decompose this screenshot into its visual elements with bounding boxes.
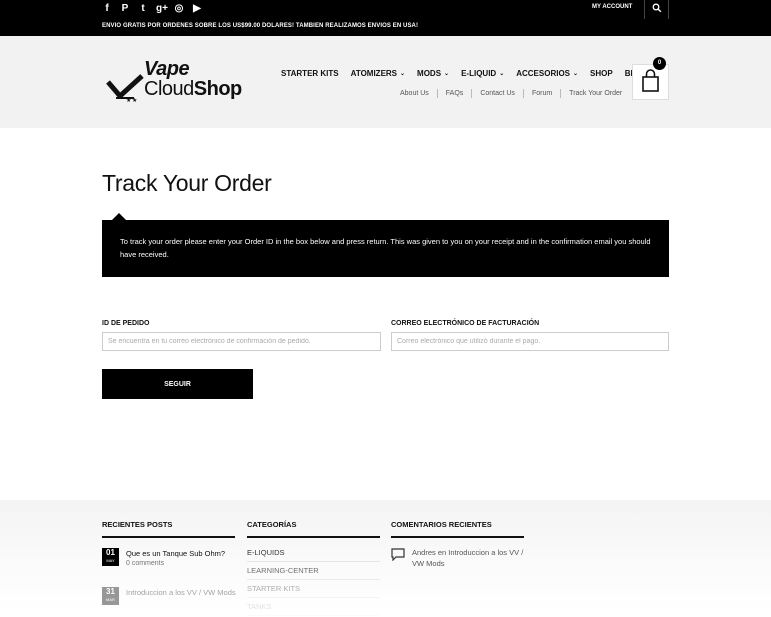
- divider: [391, 536, 524, 538]
- svg-text:★: ★: [132, 97, 137, 102]
- page-title: Track Your Order: [102, 170, 272, 196]
- track-submit-button[interactable]: SEGUIR: [102, 369, 253, 399]
- logo-text-cloudshop: CloudShop: [144, 78, 242, 100]
- divider: [471, 89, 473, 98]
- recent-comments-title: COMENTARIOS RECIENTES: [391, 520, 492, 529]
- my-account-link[interactable]: MY ACCOUNT: [592, 4, 632, 10]
- cart-count-badge: 0: [653, 57, 666, 70]
- nav-e-liquid[interactable]: E-LIQUID ⌄: [461, 69, 504, 78]
- cart-button[interactable]: [632, 64, 669, 100]
- divider: [560, 89, 562, 98]
- post-title-link[interactable]: Introduccion a los VV / VW Mods: [126, 587, 236, 598]
- nav-shop[interactable]: SHOP: [590, 69, 613, 78]
- date-badge: 01 MAY: [102, 548, 119, 566]
- site-logo[interactable]: ★ ★ Vape CloudShop: [106, 58, 246, 108]
- subnav-forum[interactable]: Forum: [532, 90, 552, 97]
- divider: [668, 0, 669, 19]
- order-id-input[interactable]: [102, 332, 381, 351]
- subnav-about-us[interactable]: About Us: [400, 90, 429, 97]
- category-link[interactable]: TANKS: [247, 602, 380, 616]
- categories-title: CATEGORÍAS: [247, 520, 297, 529]
- youtube-icon[interactable]: ▶: [192, 3, 202, 15]
- category-link[interactable]: STARTER KITS: [247, 584, 380, 598]
- subnav-contact-us[interactable]: Contact Us: [480, 90, 515, 97]
- divider: [247, 536, 380, 538]
- divider: [102, 536, 235, 538]
- secondary-nav: About Us FAQs Contact Us Forum Track You…: [400, 89, 622, 98]
- nav-starter-kits[interactable]: STARTER KITS: [281, 69, 339, 78]
- nav-mods[interactable]: MODS ⌄: [417, 69, 449, 78]
- shopping-bag-icon: [642, 69, 659, 92]
- list-item[interactable]: 01 MAY Que es un Tanque Sub Ohm? 0 comme…: [102, 548, 242, 572]
- pinterest-icon[interactable]: P: [120, 3, 130, 15]
- list-item[interactable]: 31 MAR Introduccion a los VV / VW Mods: [102, 587, 242, 611]
- billing-email-label: CORREO ELECTRÓNICO DE FACTURACIÓN: [391, 320, 540, 327]
- date-badge: 31 MAR: [102, 587, 119, 605]
- google-plus-icon[interactable]: g+: [156, 3, 168, 15]
- chevron-down-icon: ⌄: [499, 71, 505, 77]
- social-links: f P t g+ ◎ ▶: [102, 3, 202, 15]
- category-link[interactable]: E-LIQUIDS: [247, 548, 380, 562]
- logo-mark-icon: ★ ★: [106, 74, 144, 102]
- twitter-icon[interactable]: t: [138, 3, 148, 15]
- chevron-down-icon: ⌄: [400, 71, 406, 77]
- main-nav: STARTER KITS ATOMIZERS ⌄ MODS ⌄ E-LIQUID ⌄ …: [281, 69, 648, 78]
- divider: [522, 89, 524, 98]
- site-header: ★ ★ Vape CloudShop STARTER KITS ATOMIZER…: [0, 36, 771, 128]
- facebook-icon[interactable]: f: [102, 3, 112, 15]
- top-bar: f P t g+ ◎ ▶ ENVIO GRATIS POR ORDENES SO…: [0, 0, 771, 36]
- divider: [436, 89, 438, 98]
- subnav-faqs[interactable]: FAQs: [446, 90, 464, 97]
- category-link[interactable]: LEARNING-CENTER: [247, 566, 380, 580]
- divider: [644, 0, 645, 19]
- instagram-icon[interactable]: ◎: [174, 3, 184, 15]
- nav-atomizers[interactable]: ATOMIZERS ⌄: [351, 69, 405, 78]
- chevron-down-icon: ⌄: [444, 71, 450, 77]
- post-comment-count: 0 comments: [126, 560, 165, 567]
- subnav-track-order[interactable]: Track Your Order: [569, 90, 622, 97]
- notice-pointer: [112, 213, 126, 220]
- recent-posts-title: RECIENTES POSTS: [102, 520, 173, 529]
- svg-text:★: ★: [126, 97, 131, 102]
- comment-icon: [391, 548, 405, 561]
- recent-comment-link[interactable]: Andres en Introduccion a los VV / VW Mod…: [412, 547, 532, 569]
- chevron-down-icon: ⌄: [573, 71, 579, 77]
- order-id-label: ID DE PEDIDO: [102, 320, 150, 327]
- nav-accesorios[interactable]: ACCESORIOS ⌄: [516, 69, 578, 78]
- info-notice: To track your order please enter your Or…: [102, 220, 669, 277]
- post-title-link[interactable]: Que es un Tanque Sub Ohm?: [126, 548, 236, 559]
- promo-text: ENVIO GRATIS POR ORDENES SOBRE LOS US$99…: [102, 23, 419, 29]
- billing-email-input[interactable]: [391, 332, 669, 351]
- search-icon[interactable]: [652, 3, 662, 13]
